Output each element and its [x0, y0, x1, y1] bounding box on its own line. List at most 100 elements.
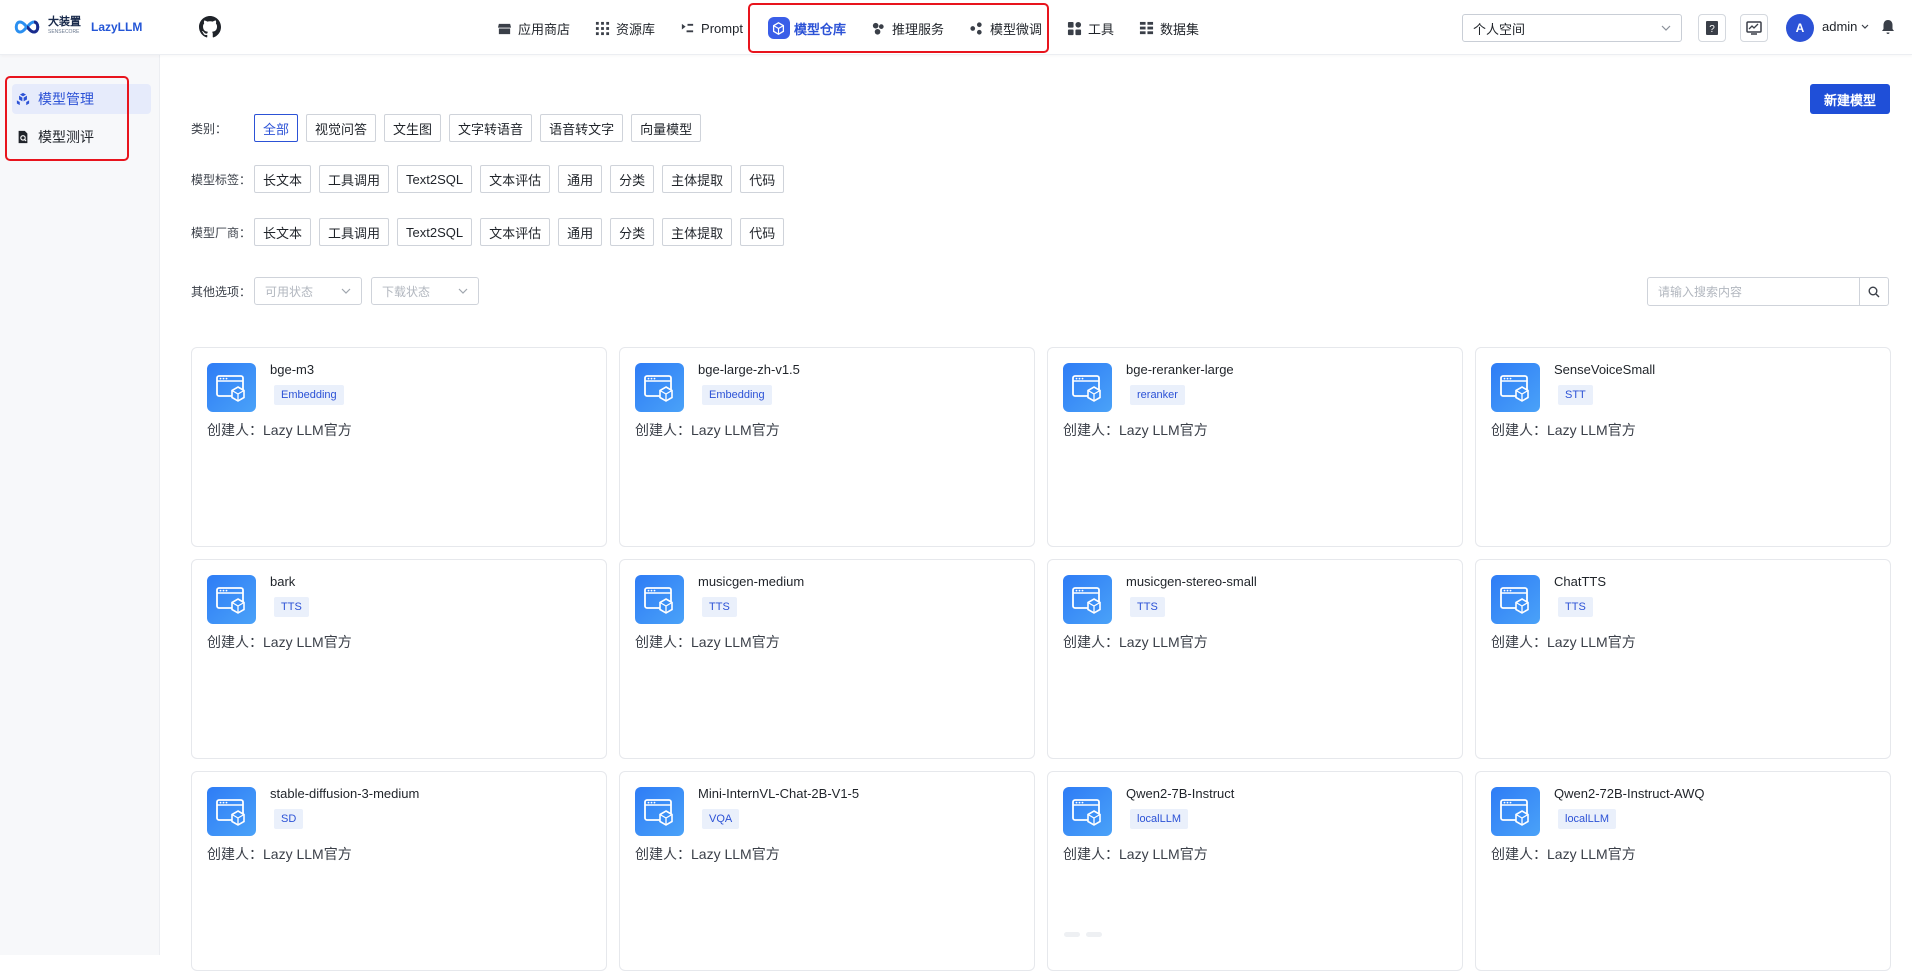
- model-card[interactable]: SenseVoiceSmall STT 创建人：Lazy LLM官方: [1475, 347, 1891, 547]
- nav-dataset[interactable]: 数据集: [1131, 13, 1207, 43]
- model-card[interactable]: bge-m3 Embedding 创建人：Lazy LLM官方: [191, 347, 607, 547]
- vendor-chip[interactable]: 工具调用: [319, 218, 390, 246]
- github-icon[interactable]: [199, 16, 221, 38]
- sidebar-item-model-evaluation[interactable]: 模型测评: [12, 122, 151, 152]
- infinity-logo-icon: [14, 20, 40, 34]
- nav-app-store[interactable]: 应用商店: [489, 13, 578, 43]
- new-model-button[interactable]: 新建模型: [1810, 84, 1890, 114]
- main-nav: 应用商店 资源库 Prompt 模型仓库 推理服务 模型微调 工具 数据集: [489, 11, 1216, 45]
- nav-label: 数据集: [1160, 21, 1200, 37]
- model-tag: TTS: [702, 597, 737, 617]
- workspace-select[interactable]: 个人空间: [1462, 14, 1682, 42]
- category-chip[interactable]: 文生图: [384, 114, 442, 142]
- workspace-value: 个人空间: [1473, 21, 1526, 37]
- vendor-chip[interactable]: 长文本: [254, 218, 312, 246]
- vendor-chip[interactable]: 通用: [558, 218, 603, 246]
- model-card[interactable]: musicgen-medium TTS 创建人：Lazy LLM官方: [619, 559, 1035, 759]
- model-name: Mini-InternVL-Chat-2B-V1-5: [698, 786, 860, 801]
- category-chip[interactable]: 视觉问答: [306, 114, 377, 142]
- tags-chip[interactable]: 长文本: [254, 165, 312, 193]
- model-tag: TTS: [1130, 597, 1165, 617]
- tags-chip[interactable]: Text2SQL: [397, 165, 473, 193]
- model-name: ChatTTS: [1554, 574, 1607, 589]
- tune-icon: [970, 21, 982, 35]
- tags-chip[interactable]: 通用: [558, 165, 603, 193]
- search-input[interactable]: 请输入搜索内容: [1648, 278, 1859, 305]
- model-card[interactable]: bark TTS 创建人：Lazy LLM官方: [191, 559, 607, 759]
- nav-finetune[interactable]: 模型微调: [961, 13, 1050, 43]
- model-tag: Embedding: [702, 385, 772, 405]
- tag-chips: 长文本 工具调用 Text2SQL 文本评估 通用 分类 主体提取 代码: [254, 165, 785, 193]
- svg-text:?: ?: [1709, 24, 1715, 35]
- monitor-button[interactable]: [1740, 14, 1768, 42]
- model-tag: VQA: [702, 809, 740, 829]
- model-box-icon: [207, 363, 256, 412]
- dataset-icon: [1139, 21, 1154, 34]
- model-box-icon: [1063, 575, 1112, 624]
- model-card[interactable]: ChatTTS TTS 创建人：Lazy LLM官方: [1475, 559, 1891, 759]
- nav-model-repo[interactable]: 模型仓库: [760, 13, 854, 43]
- nav-resources[interactable]: 资源库: [587, 13, 663, 43]
- sidebar-item-label: 模型测评: [38, 129, 94, 145]
- model-card[interactable]: stable-diffusion-3-medium SD 创建人：Lazy LLM官…: [191, 771, 607, 971]
- user-menu[interactable]: admin: [1822, 19, 1869, 34]
- nav-inference[interactable]: 推理服务: [863, 13, 952, 43]
- vendor-chip[interactable]: Text2SQL: [397, 218, 473, 246]
- avatar[interactable]: A: [1786, 14, 1814, 42]
- category-chip[interactable]: 全部: [254, 114, 299, 142]
- nav-label: 应用商店: [518, 21, 571, 37]
- search-button[interactable]: [1859, 278, 1888, 305]
- help-button[interactable]: ?: [1698, 14, 1726, 42]
- brand-logo[interactable]: 大装置 SENSECORE LazyLLM: [12, 17, 142, 37]
- chevron-down-icon: [341, 288, 351, 294]
- tags-chip[interactable]: 代码: [740, 165, 785, 193]
- model-box-icon: [1063, 787, 1112, 836]
- model-card[interactable]: bge-reranker-large reranker 创建人：Lazy LLM官方: [1047, 347, 1463, 547]
- filter-label: 模型厂商：: [191, 225, 252, 240]
- model-card[interactable]: Mini-InternVL-Chat-2B-V1-5 VQA 创建人：Lazy LL…: [619, 771, 1035, 971]
- model-creator: 创建人：Lazy LLM官方: [207, 846, 352, 862]
- model-name: Qwen2-7B-Instruct: [1126, 786, 1235, 801]
- model-card[interactable]: bge-large-zh-v1.5 Embedding 创建人：Lazy LLM官方: [619, 347, 1035, 547]
- tags-chip[interactable]: 文本评估: [480, 165, 551, 193]
- model-card[interactable]: Qwen2-7B-Instruct localLLM 创建人：Lazy LLM官方: [1047, 771, 1463, 971]
- model-name: bark: [270, 574, 296, 589]
- tags-chip[interactable]: 分类: [610, 165, 655, 193]
- model-card[interactable]: Qwen2-72B-Instruct-AWQ localLLM 创建人：Lazy L…: [1475, 771, 1891, 971]
- vendor-chip[interactable]: 主体提取: [662, 218, 733, 246]
- nav-label: 模型仓库: [793, 21, 846, 37]
- sidebar-item-model-management[interactable]: 模型管理: [12, 84, 151, 114]
- model-tag: TTS: [1558, 597, 1593, 617]
- vendor-chip[interactable]: 分类: [610, 218, 655, 246]
- model-name: musicgen-medium: [698, 574, 805, 589]
- vendor-chip[interactable]: 文本评估: [480, 218, 551, 246]
- model-box-icon: [1491, 575, 1540, 624]
- model-card[interactable]: musicgen-stereo-small TTS 创建人：Lazy LLM官方: [1047, 559, 1463, 759]
- category-chip[interactable]: 语音转文字: [540, 114, 624, 142]
- nav-tools[interactable]: 工具: [1059, 13, 1122, 43]
- model-name: bge-reranker-large: [1126, 362, 1234, 377]
- brand-name-cn: 大装置 SENSECORE: [48, 16, 81, 36]
- vendor-chip[interactable]: 代码: [740, 218, 785, 246]
- user-name: admin: [1822, 19, 1858, 34]
- tags-chip[interactable]: 工具调用: [319, 165, 390, 193]
- category-chip[interactable]: 向量模型: [631, 114, 702, 142]
- bell-icon[interactable]: [1881, 19, 1895, 35]
- model-creator: 创建人：Lazy LLM官方: [635, 846, 780, 862]
- filter-label: 其他选项：: [191, 284, 252, 299]
- status-select[interactable]: 可用状态: [254, 277, 362, 305]
- model-box-icon: [207, 787, 256, 836]
- cube-icon: [16, 92, 30, 106]
- nav-prompt[interactable]: Prompt: [672, 13, 751, 43]
- nav-label: 推理服务: [891, 21, 944, 37]
- download-placeholder: 下载状态: [382, 284, 431, 299]
- model-creator: 创建人：Lazy LLM官方: [207, 422, 352, 438]
- download-select[interactable]: 下载状态: [371, 277, 479, 305]
- model-tag: localLLM: [1130, 809, 1189, 829]
- monitor-icon: [1746, 21, 1762, 35]
- vendor-chips: 长文本 工具调用 Text2SQL 文本评估 通用 分类 主体提取 代码: [254, 218, 785, 246]
- category-chip[interactable]: 文字转语音: [449, 114, 533, 142]
- tags-chip[interactable]: 主体提取: [662, 165, 733, 193]
- help-doc-icon: ?: [1706, 21, 1718, 35]
- filter-row-tags: 模型标签： 长文本 工具调用 Text2SQL 文本评估 通用 分类 主体提取 代码: [191, 165, 785, 193]
